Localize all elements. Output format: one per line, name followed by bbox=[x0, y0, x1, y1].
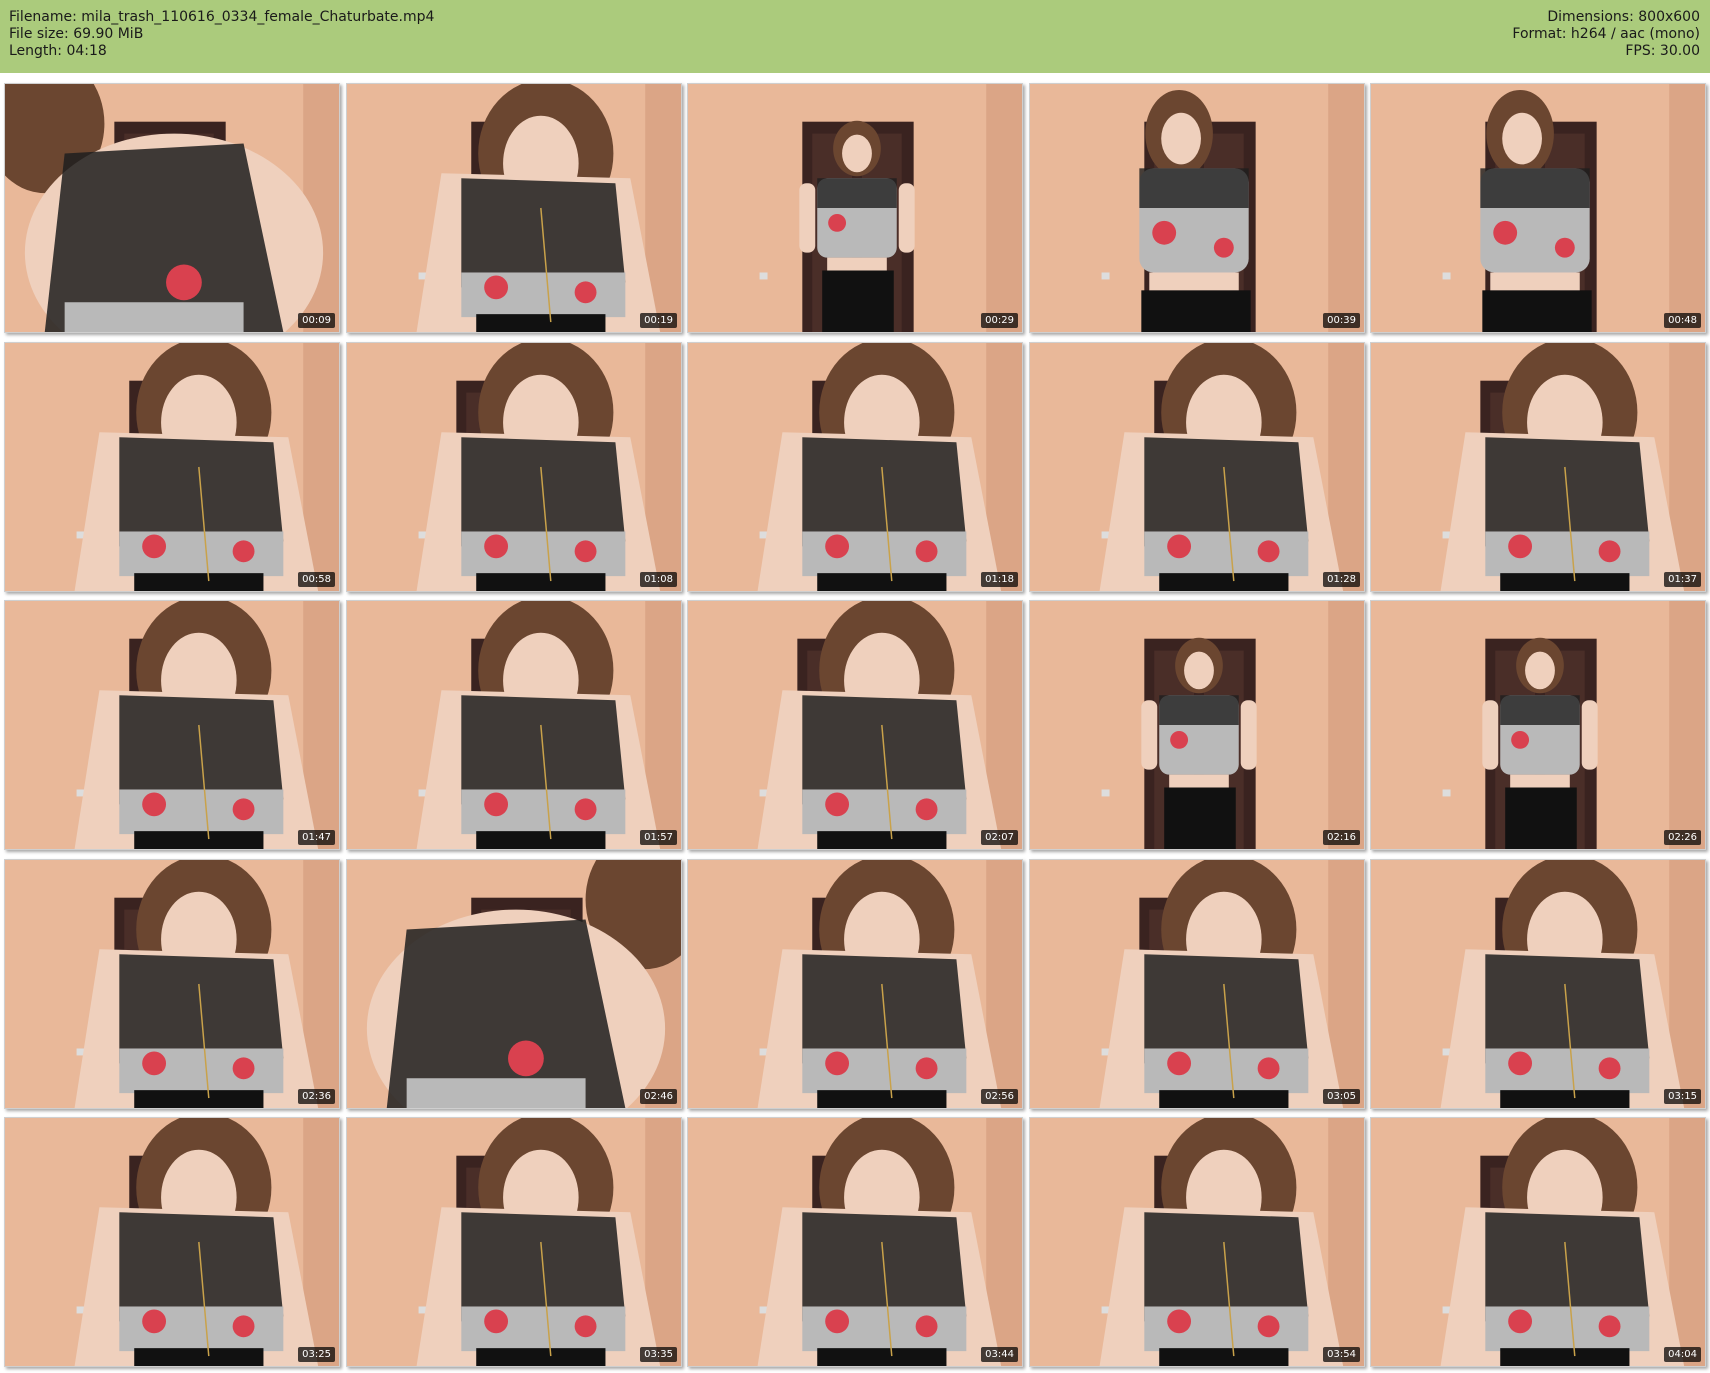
thumbnail-frame: 00:48 bbox=[1370, 83, 1706, 333]
thumbnail-frame: 04:04 bbox=[1370, 1117, 1706, 1367]
thumbnail-frame: 01:18 bbox=[687, 342, 1023, 592]
frame-image bbox=[1371, 601, 1705, 849]
filename-line: Filename: mila_trash_110616_0334_female_… bbox=[9, 9, 435, 25]
dimensions-line: Dimensions: 800x600 bbox=[1547, 9, 1700, 25]
thumbnail-frame: 02:46 bbox=[346, 859, 682, 1109]
frame-image bbox=[1371, 860, 1705, 1108]
frame-timestamp: 02:46 bbox=[640, 1089, 677, 1104]
frame-image bbox=[347, 1118, 681, 1366]
file-info: Filename: mila_trash_110616_0334_female_… bbox=[9, 9, 434, 60]
frame-image bbox=[688, 601, 1022, 849]
frame-image bbox=[1371, 1118, 1705, 1366]
frame-timestamp: 02:36 bbox=[298, 1089, 335, 1104]
thumbnail-frame: 02:26 bbox=[1370, 600, 1706, 850]
frame-image bbox=[5, 860, 339, 1108]
thumbnail-frame: 03:25 bbox=[4, 1117, 340, 1367]
thumbnail-frame: 03:05 bbox=[1029, 859, 1365, 1109]
frame-timestamp: 01:18 bbox=[981, 572, 1018, 587]
frame-timestamp: 03:35 bbox=[640, 1347, 677, 1362]
frame-timestamp: 00:09 bbox=[298, 313, 335, 328]
format-line: Format: h264 / aac (mono) bbox=[1512, 26, 1700, 42]
thumbnail-frame: 00:29 bbox=[687, 83, 1023, 333]
frame-timestamp: 01:47 bbox=[298, 830, 335, 845]
thumbnail-frame: 02:16 bbox=[1029, 600, 1365, 850]
frame-image bbox=[1030, 1118, 1364, 1366]
thumbnail-frame: 00:09 bbox=[4, 83, 340, 333]
fps-line: FPS: 30.00 bbox=[1625, 43, 1700, 59]
frame-image bbox=[5, 343, 339, 591]
frame-image bbox=[347, 601, 681, 849]
frame-image bbox=[688, 1118, 1022, 1366]
frame-timestamp: 01:57 bbox=[640, 830, 677, 845]
frame-timestamp: 01:08 bbox=[640, 572, 677, 587]
frame-image bbox=[688, 860, 1022, 1108]
frame-timestamp: 03:15 bbox=[1664, 1089, 1701, 1104]
thumbnail-frame: 02:07 bbox=[687, 600, 1023, 850]
frame-image bbox=[347, 343, 681, 591]
frame-timestamp: 00:19 bbox=[640, 313, 677, 328]
thumbnail-frame: 03:15 bbox=[1370, 859, 1706, 1109]
thumbnail-frame: 01:37 bbox=[1370, 342, 1706, 592]
frame-timestamp: 00:58 bbox=[298, 572, 335, 587]
frame-timestamp: 00:39 bbox=[1323, 313, 1360, 328]
frame-timestamp: 03:25 bbox=[298, 1347, 335, 1362]
frame-timestamp: 01:37 bbox=[1664, 572, 1701, 587]
frame-timestamp: 02:56 bbox=[981, 1089, 1018, 1104]
frame-image bbox=[1371, 343, 1705, 591]
filesize-line: File size: 69.90 MiB bbox=[9, 26, 144, 42]
thumbnail-grid: 00:09 00:19 00:29 00:39 00:48 00:58 01:08 01:18… bbox=[4, 83, 1710, 1368]
thumbnail-frame: 02:56 bbox=[687, 859, 1023, 1109]
info-header: Filename: mila_trash_110616_0334_female_… bbox=[0, 0, 1710, 73]
frame-image bbox=[1030, 601, 1364, 849]
frame-image bbox=[1030, 860, 1364, 1108]
thumbnail-frame: 02:36 bbox=[4, 859, 340, 1109]
frame-image bbox=[347, 84, 681, 332]
frame-timestamp: 00:29 bbox=[981, 313, 1018, 328]
frame-timestamp: 03:44 bbox=[981, 1347, 1018, 1362]
frame-image bbox=[1030, 343, 1364, 591]
thumbnail-frame: 03:54 bbox=[1029, 1117, 1365, 1367]
length-line: Length: 04:18 bbox=[9, 43, 107, 59]
frame-image bbox=[347, 860, 681, 1108]
frame-image bbox=[5, 1118, 339, 1366]
frame-timestamp: 02:16 bbox=[1323, 830, 1360, 845]
frame-image bbox=[1371, 84, 1705, 332]
frame-image bbox=[688, 84, 1022, 332]
thumbnail-frame: 00:58 bbox=[4, 342, 340, 592]
stream-info: Dimensions: 800x600 Format: h264 / aac (… bbox=[1512, 9, 1700, 60]
frame-timestamp: 01:28 bbox=[1323, 572, 1360, 587]
frame-image bbox=[1030, 84, 1364, 332]
thumbnail-frame: 03:35 bbox=[346, 1117, 682, 1367]
thumbnail-frame: 00:39 bbox=[1029, 83, 1365, 333]
frame-timestamp: 00:48 bbox=[1664, 313, 1701, 328]
frame-image bbox=[5, 601, 339, 849]
thumbnail-frame: 01:47 bbox=[4, 600, 340, 850]
frame-timestamp: 02:07 bbox=[981, 830, 1018, 845]
thumbnail-frame: 01:08 bbox=[346, 342, 682, 592]
thumbnail-frame: 00:19 bbox=[346, 83, 682, 333]
thumbnail-frame: 01:57 bbox=[346, 600, 682, 850]
thumbnail-frame: 03:44 bbox=[687, 1117, 1023, 1367]
thumbnail-frame: 01:28 bbox=[1029, 342, 1365, 592]
frame-image bbox=[688, 343, 1022, 591]
frame-timestamp: 04:04 bbox=[1664, 1347, 1701, 1362]
frame-timestamp: 03:05 bbox=[1323, 1089, 1360, 1104]
frame-timestamp: 02:26 bbox=[1664, 830, 1701, 845]
frame-timestamp: 03:54 bbox=[1323, 1347, 1360, 1362]
frame-image bbox=[5, 84, 339, 332]
